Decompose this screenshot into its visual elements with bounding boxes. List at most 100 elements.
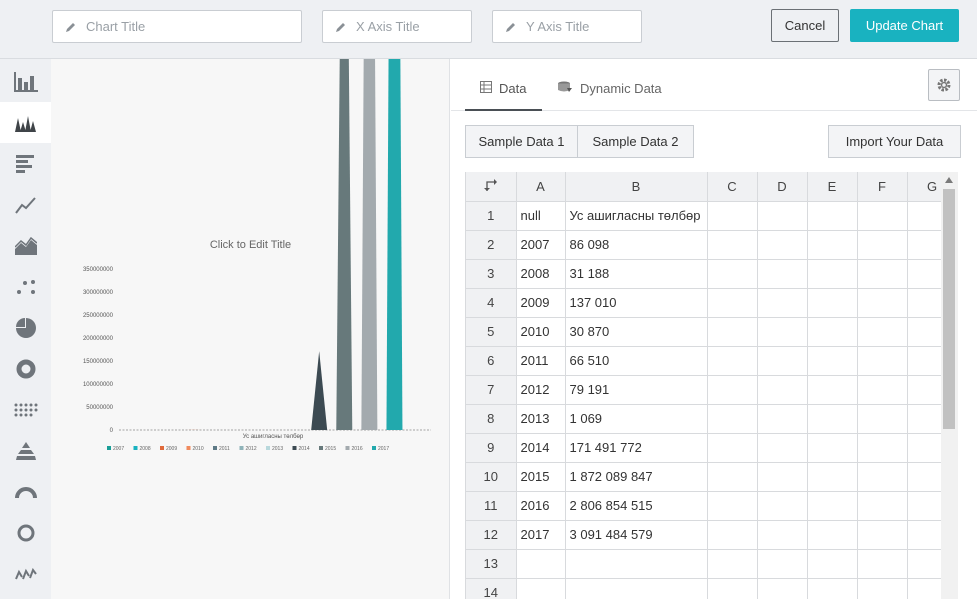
sparkline-icon[interactable] — [0, 553, 51, 594]
scrollbar-thumb[interactable] — [943, 189, 955, 429]
row-number[interactable]: 8 — [466, 404, 517, 434]
table-cell[interactable] — [857, 578, 908, 599]
table-cell[interactable] — [565, 549, 708, 579]
table-cell[interactable]: 2010 — [516, 317, 566, 347]
table-cell[interactable]: 66 510 — [565, 346, 708, 376]
update-chart-button[interactable]: Update Chart — [850, 9, 959, 42]
table-cell[interactable] — [565, 578, 708, 599]
table-cell[interactable]: 2011 — [516, 346, 566, 376]
table-cell[interactable] — [757, 433, 808, 463]
table-cell[interactable] — [707, 549, 758, 579]
table-cell[interactable] — [807, 491, 858, 521]
table-cell[interactable] — [707, 404, 758, 434]
row-number[interactable]: 11 — [466, 491, 517, 521]
table-cell[interactable] — [707, 520, 758, 550]
table-cell[interactable] — [757, 404, 808, 434]
table-cell[interactable] — [707, 491, 758, 521]
table-cell[interactable] — [707, 288, 758, 318]
sample-data-1-button[interactable]: Sample Data 1 — [465, 125, 578, 158]
row-number[interactable]: 5 — [466, 317, 517, 347]
table-cell[interactable] — [807, 375, 858, 405]
table-cell[interactable] — [857, 520, 908, 550]
settings-button[interactable] — [928, 69, 960, 101]
table-cell[interactable] — [807, 317, 858, 347]
chart-title-input[interactable]: Chart Title — [52, 10, 302, 43]
table-cell[interactable] — [707, 317, 758, 347]
table-cell[interactable]: 171 491 772 — [565, 433, 708, 463]
table-cell[interactable]: 2008 — [516, 259, 566, 289]
table-cell[interactable] — [757, 375, 808, 405]
table-cell[interactable] — [707, 462, 758, 492]
spike-chart-icon[interactable] — [0, 102, 51, 143]
table-cell[interactable] — [807, 520, 858, 550]
table-cell[interactable] — [807, 201, 858, 231]
table-cell[interactable]: Ус ашигласны төлбөр — [565, 201, 708, 231]
table-cell[interactable] — [857, 433, 908, 463]
table-cell[interactable] — [857, 549, 908, 579]
bar-chart-icon[interactable] — [0, 143, 51, 184]
row-number[interactable]: 12 — [466, 520, 517, 550]
table-cell[interactable] — [757, 288, 808, 318]
table-cell[interactable] — [807, 259, 858, 289]
table-cell[interactable]: 2007 — [516, 230, 566, 260]
table-cell[interactable]: 2012 — [516, 375, 566, 405]
y-axis-title-input[interactable]: Y Axis Title — [492, 10, 642, 43]
row-number[interactable]: 14 — [466, 578, 517, 599]
table-cell[interactable]: 3 091 484 579 — [565, 520, 708, 550]
table-cell[interactable]: 137 010 — [565, 288, 708, 318]
table-cell[interactable] — [857, 201, 908, 231]
column-chart-icon[interactable] — [0, 61, 51, 102]
table-cell[interactable]: 2013 — [516, 404, 566, 434]
table-cell[interactable] — [757, 462, 808, 492]
donut-chart-icon[interactable] — [0, 348, 51, 389]
table-cell[interactable]: 79 191 — [565, 375, 708, 405]
row-number[interactable]: 3 — [466, 259, 517, 289]
table-cell[interactable] — [707, 433, 758, 463]
row-number[interactable]: 10 — [466, 462, 517, 492]
tab-dynamic-data[interactable]: Dynamic Data — [557, 81, 687, 111]
column-header-b[interactable]: B — [565, 172, 708, 202]
table-cell[interactable] — [516, 578, 566, 599]
column-header-a[interactable]: A — [516, 172, 566, 202]
table-cell[interactable] — [857, 288, 908, 318]
table-cell[interactable] — [807, 549, 858, 579]
dot-matrix-icon[interactable] — [0, 389, 51, 430]
table-cell[interactable] — [707, 201, 758, 231]
table-cell[interactable]: 30 870 — [565, 317, 708, 347]
table-cell[interactable] — [857, 259, 908, 289]
table-cell[interactable] — [707, 346, 758, 376]
column-header-c[interactable]: C — [707, 172, 758, 202]
row-number[interactable]: 7 — [466, 375, 517, 405]
table-cell[interactable] — [757, 230, 808, 260]
table-cell[interactable]: 86 098 — [565, 230, 708, 260]
table-cell[interactable] — [707, 375, 758, 405]
sample-data-2-button[interactable]: Sample Data 2 — [577, 125, 694, 158]
table-cell[interactable] — [757, 201, 808, 231]
table-cell[interactable]: 2014 — [516, 433, 566, 463]
table-cell[interactable] — [857, 230, 908, 260]
table-cell[interactable]: 2016 — [516, 491, 566, 521]
table-cell[interactable] — [807, 404, 858, 434]
x-axis-title-input[interactable]: X Axis Title — [322, 10, 472, 43]
table-cell[interactable]: 2009 — [516, 288, 566, 318]
table-cell[interactable] — [757, 346, 808, 376]
line-chart-icon[interactable] — [0, 184, 51, 225]
table-cell[interactable] — [707, 578, 758, 599]
table-cell[interactable] — [757, 578, 808, 599]
gauge-chart-icon[interactable] — [0, 471, 51, 512]
cancel-button[interactable]: Cancel — [771, 9, 839, 42]
row-number[interactable]: 2 — [466, 230, 517, 260]
table-cell[interactable] — [707, 259, 758, 289]
table-cell[interactable]: 1 872 089 847 — [565, 462, 708, 492]
table-cell[interactable] — [757, 491, 808, 521]
table-cell[interactable]: 31 188 — [565, 259, 708, 289]
scatter-chart-icon[interactable] — [0, 266, 51, 307]
row-number[interactable]: 9 — [466, 433, 517, 463]
table-cell[interactable]: 1 069 — [565, 404, 708, 434]
tab-data[interactable]: Data — [465, 81, 542, 111]
data-grid[interactable]: ABCDEFG 1 null Ус ашигласны төлбөр 2 2007 86 … — [465, 172, 958, 599]
table-cell[interactable] — [757, 317, 808, 347]
row-number[interactable]: 13 — [466, 549, 517, 579]
table-cell[interactable] — [857, 375, 908, 405]
chart-preview[interactable]: Click to Edit Title 0 50000000 100000000 15… — [51, 59, 450, 599]
